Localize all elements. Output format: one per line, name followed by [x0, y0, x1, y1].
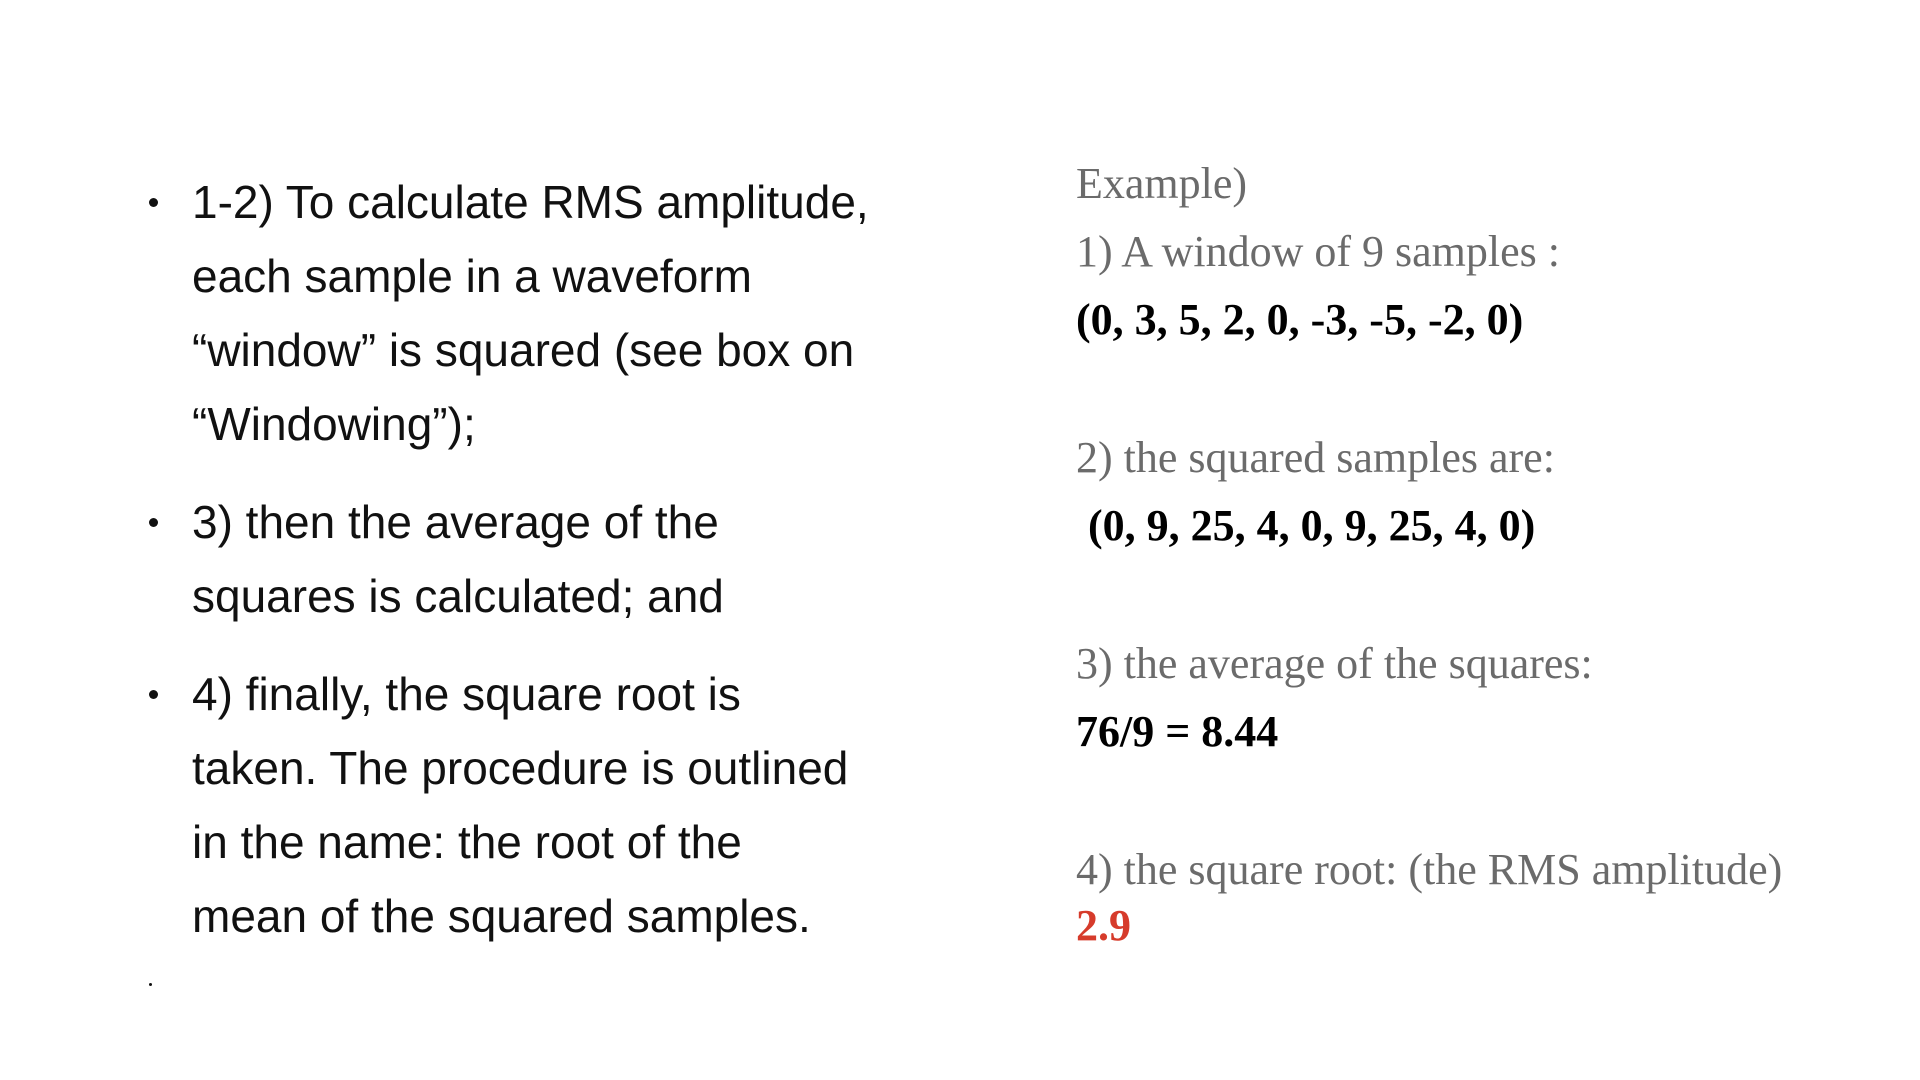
bullet-line: each sample in a waveform: [192, 250, 752, 302]
example-heading: Example): [1076, 159, 1248, 208]
rms-result: 2.9: [1076, 901, 1131, 950]
bullet-line: 1-2) To calculate RMS amplitude,: [192, 176, 869, 228]
bullet-line: taken. The procedure is outlined: [192, 742, 849, 794]
step1-label: 1) A window of 9 samples :: [1076, 227, 1560, 276]
step4-label: 4) the square root: (the RMS amplitude): [1076, 845, 1783, 894]
bullet-line: 4) finally, the square root is: [192, 668, 741, 720]
bullet-column: 1-2) To calculate RMS amplitude, each sa…: [145, 165, 925, 977]
bullet-item-square-root: 4) finally, the square root is taken. Th…: [145, 657, 925, 953]
bullet-line: “window” is squared (see box on: [192, 324, 855, 376]
bullet-item-squaring: 1-2) To calculate RMS amplitude, each sa…: [145, 165, 925, 461]
bullet-list: 1-2) To calculate RMS amplitude, each sa…: [145, 165, 925, 953]
bullet-line: squares is calculated; and: [192, 570, 724, 622]
stray-dot: [149, 983, 152, 986]
bullet-line: in the name: the root of the: [192, 816, 742, 868]
bullet-dot-icon: [149, 690, 158, 699]
step2-value: (0, 9, 25, 4, 0, 9, 25, 4, 0): [1088, 501, 1536, 550]
bullet-dot-icon: [149, 518, 158, 527]
step2-label: 2) the squared samples are:: [1076, 433, 1555, 482]
bullet-line: 3) then the average of the: [192, 496, 719, 548]
bullet-dot-icon: [149, 198, 158, 207]
bullet-line: mean of the squared samples.: [192, 890, 811, 942]
slide: 1-2) To calculate RMS amplitude, each sa…: [0, 0, 1920, 1080]
step3-value: 76/9 = 8.44: [1076, 707, 1279, 756]
bullet-item-average: 3) then the average of the squares is ca…: [145, 485, 925, 633]
bullet-line: “Windowing”);: [192, 398, 476, 450]
step1-value: (0, 3, 5, 2, 0, -3, -5, -2, 0): [1076, 295, 1524, 344]
step3-label: 3) the average of the squares:: [1076, 639, 1593, 688]
